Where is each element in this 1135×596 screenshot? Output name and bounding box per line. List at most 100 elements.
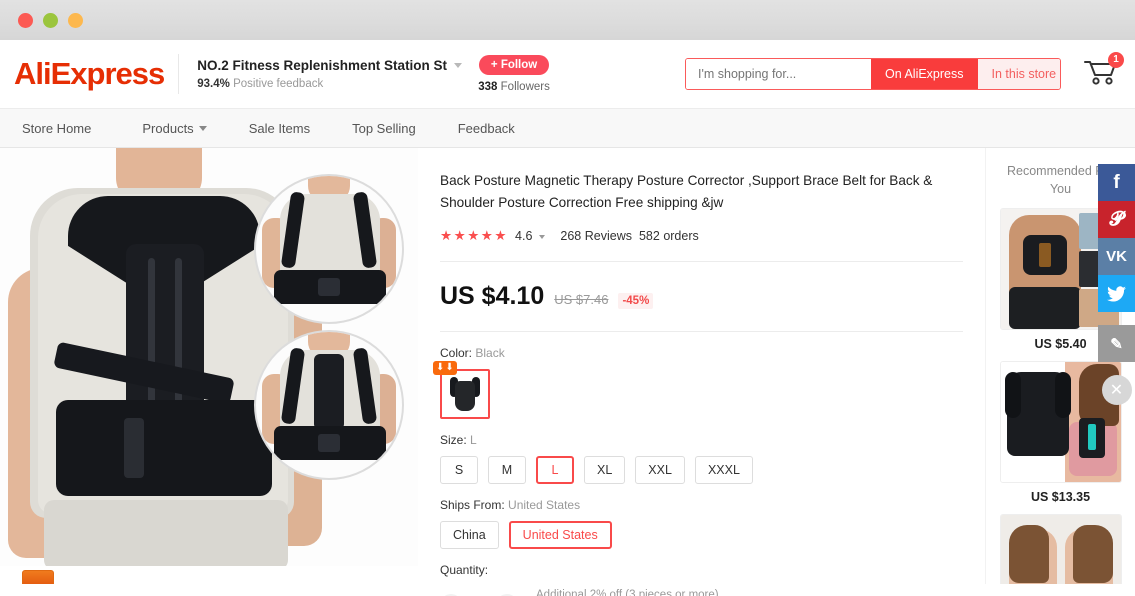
search-on-aliexpress-button[interactable]: On AliExpress xyxy=(871,59,978,89)
nav-label: Top Selling xyxy=(352,120,416,136)
product-hero-image[interactable] xyxy=(0,148,418,566)
search-input[interactable] xyxy=(686,59,871,89)
size-option-s[interactable]: S xyxy=(440,456,478,485)
ships-from-option-united-states[interactable]: United States xyxy=(508,521,612,550)
feedback-percent: 93.4% xyxy=(197,78,230,90)
down-arrow-icon-2: ⬇ xyxy=(445,362,454,374)
cart-badge: 1 xyxy=(1108,51,1124,68)
rec1-shorts xyxy=(1008,287,1081,330)
original-price: US $7.46 xyxy=(554,292,609,308)
nav-label: Products xyxy=(142,120,194,136)
model-pants xyxy=(44,500,288,566)
window-close-button[interactable] xyxy=(18,12,33,28)
store-info: NO.2 Fitness Replenishment Station St...… xyxy=(197,58,472,90)
twitter-share-icon[interactable] xyxy=(1098,275,1135,312)
ships-from-options: China United States xyxy=(440,521,963,550)
rec3-hair-right xyxy=(1072,525,1113,584)
rec2-brace-product xyxy=(1004,372,1071,457)
discount-badge: -45% xyxy=(618,293,654,310)
aliexpress-logo[interactable]: AliExpress xyxy=(14,56,178,92)
recommended-item-3-image[interactable] xyxy=(999,514,1122,584)
recommended-item-3[interactable] xyxy=(996,514,1125,584)
gallery-thumbnail-strip xyxy=(22,570,54,584)
rec3-hair-left xyxy=(1008,525,1049,584)
followers-count-row: 338 Followers xyxy=(478,81,550,93)
product-title: Back Posture Magnetic Therapy Posture Co… xyxy=(440,173,933,211)
ships-from-label: Ships From: xyxy=(440,498,505,513)
nav-label: Feedback xyxy=(457,120,515,136)
search-in-store-button[interactable]: In this store xyxy=(977,59,1060,89)
window-maximize-button[interactable] xyxy=(68,12,83,28)
gallery-thumbnail[interactable] xyxy=(22,570,54,584)
pinterest-share-icon[interactable]: 𝓟 xyxy=(1098,201,1135,238)
recommended-item-2-price: US $13.35 xyxy=(1030,490,1091,505)
followers-label: Followers xyxy=(500,81,550,93)
nav-item-feedback[interactable]: Feedback xyxy=(437,121,536,136)
rating-value: 4.6 xyxy=(515,229,533,244)
nav-item-top-selling[interactable]: Top Selling xyxy=(331,121,437,136)
cart-button[interactable]: 1 xyxy=(1083,51,1124,90)
followers-count: 338 xyxy=(478,81,498,93)
swatch-product-thumb xyxy=(450,377,480,412)
divider xyxy=(440,331,963,333)
color-attribute: Color: Black ⬇ ⬇ xyxy=(433,346,963,420)
store-name-row[interactable]: NO.2 Fitness Replenishment Station St... xyxy=(197,58,472,73)
store-feedback: 93.4% Positive feedback xyxy=(197,78,472,90)
gallery-inset-front-view xyxy=(254,174,404,324)
size-value: L xyxy=(470,433,477,448)
edit-pencil-icon[interactable]: ✎ xyxy=(1098,325,1135,362)
rec2-brace-teal xyxy=(1078,418,1105,459)
orders-count: 582 orders xyxy=(638,229,699,244)
star-rating-icon: ★★★★★ xyxy=(440,228,509,244)
quantity-label: Quantity: xyxy=(440,563,489,578)
color-value: Black xyxy=(475,346,505,361)
vk-share-icon[interactable]: VK xyxy=(1098,238,1135,275)
twitter-bird-glyph xyxy=(1107,285,1126,302)
header-divider xyxy=(178,54,180,94)
bulk-discount-note: Additional 2% off (3 pieces or more) xyxy=(536,589,719,596)
chevron-down-icon xyxy=(198,125,207,131)
size-option-m[interactable]: M xyxy=(488,456,526,485)
logo-text: AliExpress xyxy=(14,56,165,91)
chevron-down-icon[interactable] xyxy=(539,235,546,240)
size-option-xxl[interactable]: XXL xyxy=(635,456,685,485)
ships-from-attribute: Ships From: United States China United S… xyxy=(440,498,963,550)
search-box: On AliExpress In this store xyxy=(685,58,1061,90)
window-minimize-button[interactable] xyxy=(43,12,58,28)
gallery-inset-back-view xyxy=(254,330,404,480)
ships-from-option-china[interactable]: China xyxy=(440,521,499,550)
inset-belt xyxy=(274,426,386,460)
product-detail: Back Posture Magnetic Therapy Posture Co… xyxy=(418,148,985,596)
follow-button[interactable]: + Follow xyxy=(478,55,550,75)
main-content: Back Posture Magnetic Therapy Posture Co… xyxy=(0,148,1135,596)
size-label-row: Size: L xyxy=(440,433,963,447)
page-body: AliExpress NO.2 Fitness Replenishment St… xyxy=(0,40,1135,596)
color-swatch-black[interactable] xyxy=(440,369,490,420)
ships-from-value: United States xyxy=(508,498,581,513)
reviews-count[interactable]: 268 Reviews xyxy=(560,229,632,243)
nav-item-products[interactable]: Products xyxy=(121,121,227,136)
divider xyxy=(440,261,963,263)
size-label: Size: xyxy=(440,433,467,448)
nav-item-store-home[interactable]: Store Home xyxy=(22,121,121,136)
store-nav: Store Home Products Sale Items Top Selli… xyxy=(0,108,1135,148)
nav-item-sale-items[interactable]: Sale Items xyxy=(228,121,331,136)
feedback-label: Positive feedback xyxy=(233,78,324,90)
current-price: US $4.10 xyxy=(440,282,545,311)
search-area: On AliExpress In this store 1 xyxy=(685,51,1124,90)
product-rating-row: ★★★★★ 4.6 268 Reviews 582 orders xyxy=(440,228,963,244)
chevron-down-icon[interactable] xyxy=(454,63,463,68)
size-option-xxxl[interactable]: XXXL xyxy=(694,456,753,485)
rec1-brace xyxy=(1022,235,1067,276)
size-option-l[interactable]: L xyxy=(536,456,574,485)
social-share-rail: f 𝓟 VK ✎ ✕ xyxy=(1098,164,1135,405)
product-gallery xyxy=(0,148,418,584)
price-row: US $4.10 US $7.46 -45% xyxy=(440,282,963,311)
ships-from-label-row: Ships From: United States xyxy=(440,498,963,512)
close-icon[interactable]: ✕ xyxy=(1101,375,1132,405)
nav-label: Store Home xyxy=(22,120,92,136)
facebook-share-icon[interactable]: f xyxy=(1098,164,1135,201)
size-options: S M L XL XXL XXXL xyxy=(440,456,963,485)
store-name: NO.2 Fitness Replenishment Station St... xyxy=(197,58,448,73)
size-option-xl[interactable]: XL xyxy=(584,456,626,485)
